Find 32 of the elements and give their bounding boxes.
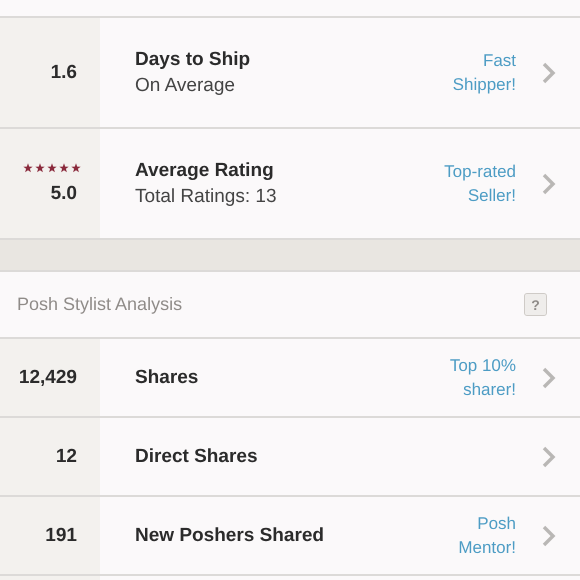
stat-title: Average Rating — [135, 160, 275, 182]
stat-title: Direct Shares — [135, 446, 259, 468]
star-icon — [47, 162, 57, 172]
chevron-icon — [542, 366, 556, 388]
badge-link: Top 10% sharer! — [450, 354, 516, 400]
section-title: Posh Stylist Analysis — [17, 294, 182, 315]
chevron-icon — [542, 446, 556, 468]
stat-value: 12 — [56, 446, 77, 468]
badge-link: Posh Mentor! — [458, 512, 516, 558]
badge-link: Top-rated Seller! — [444, 160, 516, 206]
stat-value: 1.6 — [50, 62, 77, 84]
stat-title: New Poshers Shared — [135, 524, 326, 546]
badge-link: Fast Shipper! — [452, 50, 516, 96]
stat-row[interactable]: 5.0 Average Rating Total Ratings: 13 Top-rated Seller! — [0, 129, 580, 240]
stat-row[interactable]: 12 Direct Shares — [0, 418, 580, 497]
star-icon — [71, 162, 81, 172]
stat-value: 191 — [45, 524, 77, 546]
stat-title: Shares — [135, 366, 200, 388]
stat-subtitle: On Average — [135, 74, 236, 96]
chevron-icon — [542, 62, 556, 84]
stat-row[interactable]: 1.6 Days to Ship On Average Fast Shipper! — [0, 18, 580, 129]
star-icon — [35, 162, 45, 172]
stat-title: Days to Ship — [135, 48, 252, 70]
stat-row[interactable]: 191 New Poshers Shared Posh Mentor! — [0, 497, 580, 576]
star-icon — [23, 162, 33, 172]
stat-row[interactable]: 12,429 Shares Top 10% sharer! — [0, 339, 580, 418]
stat-value: 12,429 — [18, 366, 77, 388]
chevron-icon — [542, 172, 556, 194]
stat-subtitle: Total Ratings: 13 — [135, 186, 278, 208]
stat-value: 5.0 — [50, 182, 77, 204]
star-icon — [59, 162, 69, 172]
chevron-icon — [542, 524, 556, 546]
